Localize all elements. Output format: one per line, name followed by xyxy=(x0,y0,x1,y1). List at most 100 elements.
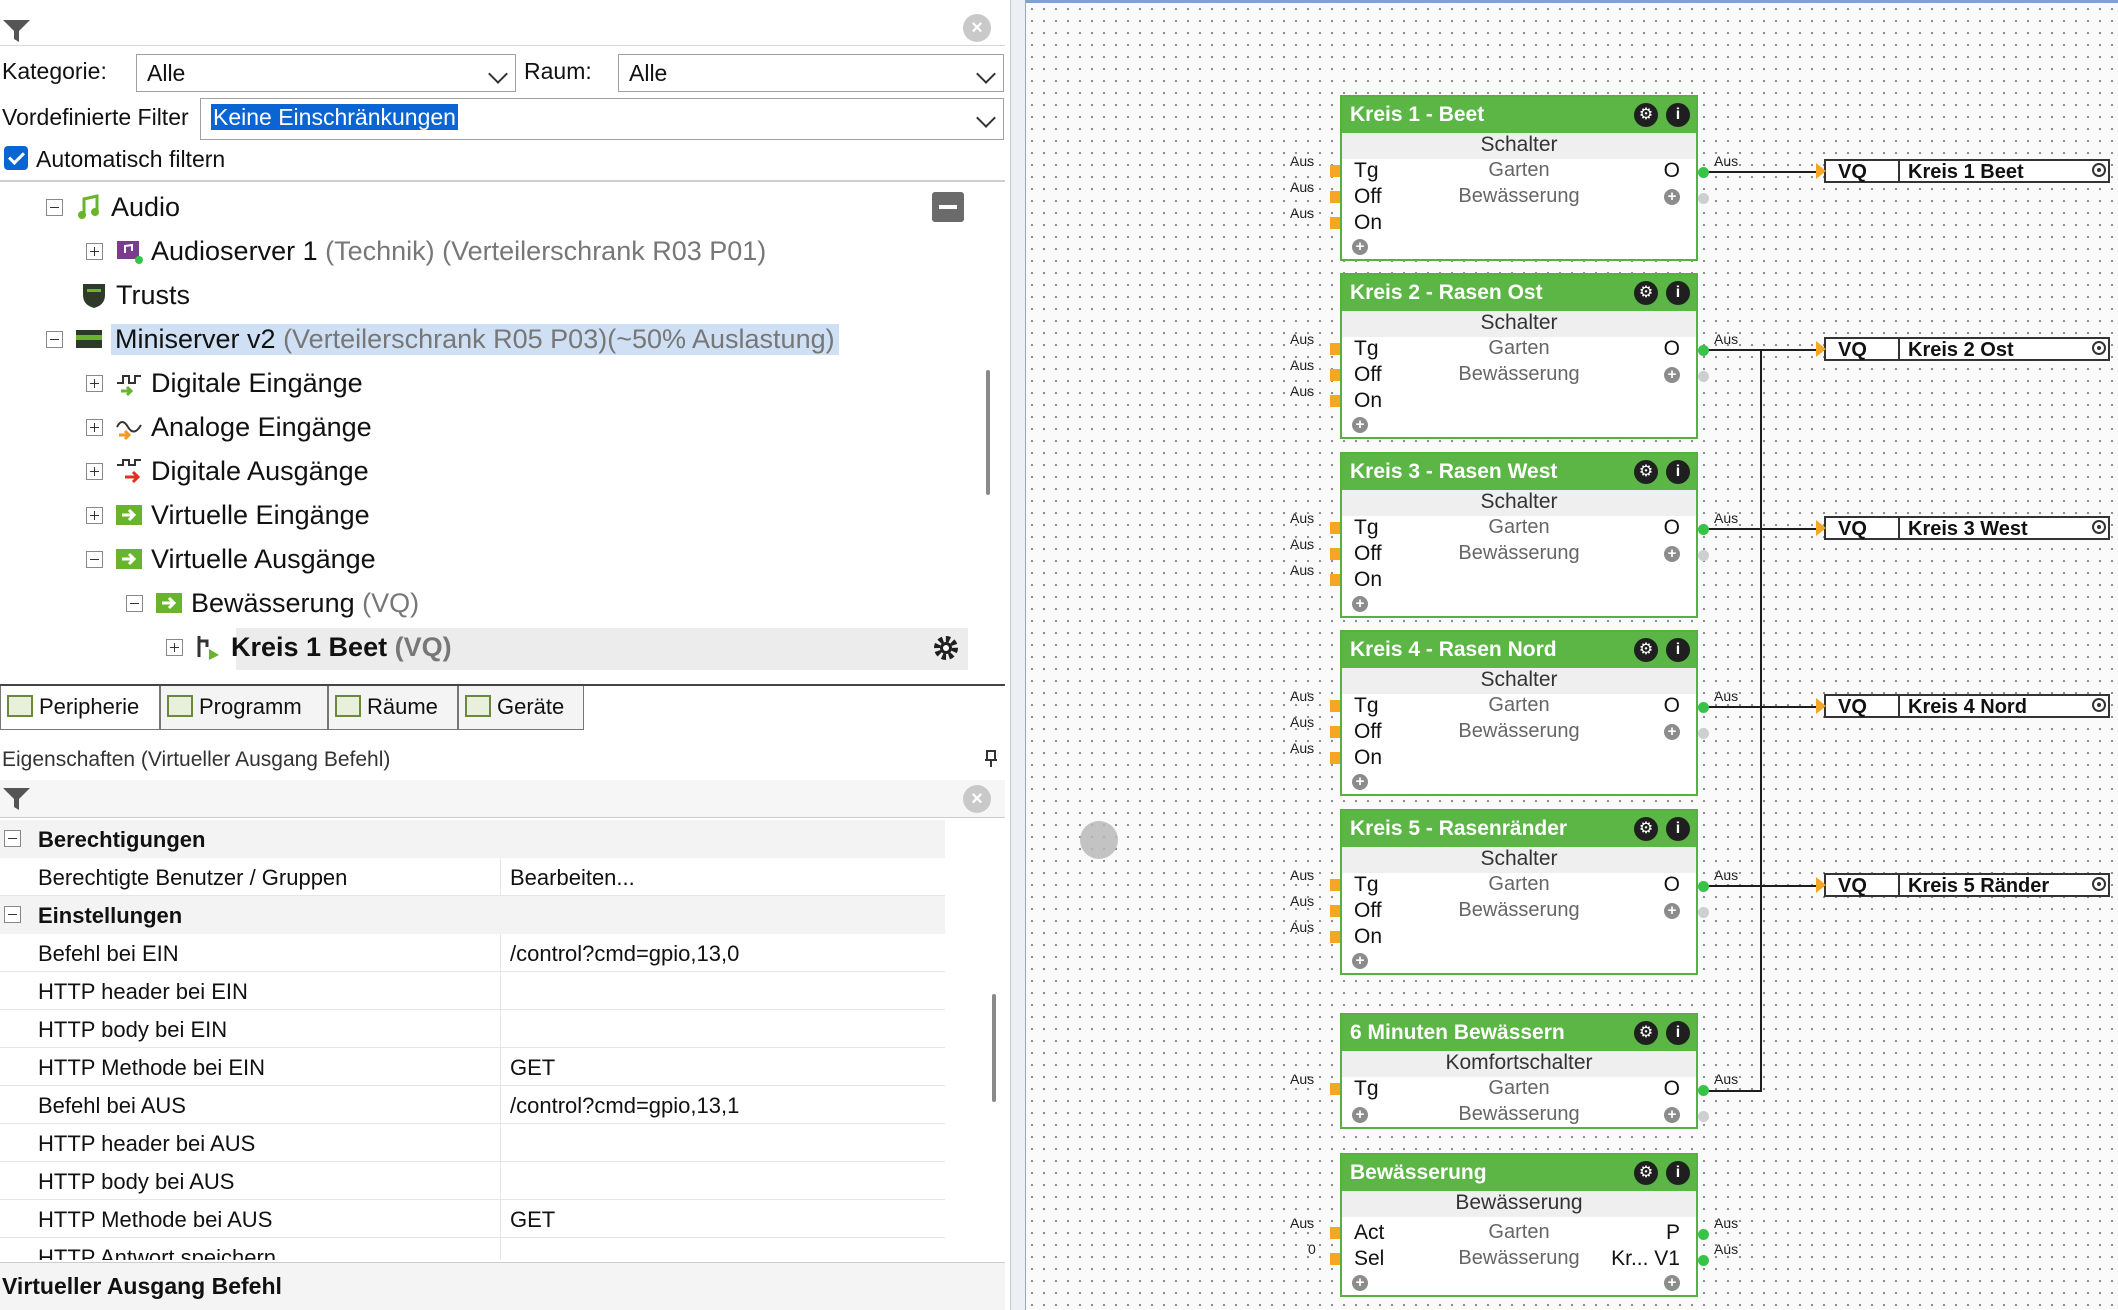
tree-node-audio[interactable]: Audio xyxy=(46,186,180,228)
add-input-icon[interactable]: + xyxy=(1352,1275,1368,1291)
add-input-icon[interactable]: + xyxy=(1352,774,1368,790)
category-einstellungen[interactable]: Einstellungen xyxy=(0,896,945,934)
add-input-icon[interactable]: + xyxy=(1352,1107,1368,1123)
output-port[interactable] xyxy=(1698,1255,1709,1266)
property-row[interactable]: HTTP body bei AUS xyxy=(0,1162,945,1200)
property-value[interactable]: Bearbeiten... xyxy=(510,865,635,891)
vordefiniert-select[interactable]: Keine Einschränkungen xyxy=(200,98,1004,140)
switch-block-kreis4[interactable]: Kreis 4 - Rasen Nord ⚙ i Schalter Tg Off O… xyxy=(1330,630,1709,796)
block-header[interactable]: Kreis 5 - Rasenränder ⚙ i xyxy=(1342,811,1696,847)
vq-reference-kreis1[interactable]: VQ Kreis 1 Beet xyxy=(1816,159,2110,183)
property-row[interactable]: HTTP header bei EIN xyxy=(0,972,945,1010)
output-port[interactable] xyxy=(1698,1111,1709,1122)
vq-reference-kreis4[interactable]: VQ Kreis 4 Nord xyxy=(1816,694,2110,718)
collapse-icon[interactable] xyxy=(86,550,103,568)
input-port[interactable] xyxy=(1330,1253,1340,1265)
input-port[interactable] xyxy=(1330,343,1340,355)
gear-icon[interactable]: ⚙ xyxy=(1634,817,1658,841)
input-port[interactable] xyxy=(1330,548,1340,560)
switch-block-kreis5[interactable]: Kreis 5 - Rasenränder ⚙ i Schalter Tg Off … xyxy=(1330,809,1709,975)
property-row[interactable]: Befehl bei EIN/control?cmd=gpio,13,0 xyxy=(0,934,945,972)
output-port[interactable] xyxy=(1698,371,1709,382)
tree-scrollbar[interactable] xyxy=(986,370,990,495)
property-value[interactable]: GET xyxy=(510,1207,555,1233)
collapse-all-button[interactable] xyxy=(932,192,964,222)
output-port[interactable] xyxy=(1698,550,1709,561)
output-port[interactable] xyxy=(1698,1085,1709,1096)
input-port[interactable] xyxy=(1330,879,1340,891)
add-output-icon[interactable]: + xyxy=(1664,189,1680,205)
info-icon[interactable]: i xyxy=(1666,281,1690,305)
property-value[interactable]: /control?cmd=gpio,13,0 xyxy=(510,941,739,967)
comfort-switch-block[interactable]: 6 Minuten Bewässern ⚙ i Komfortschalter Tg… xyxy=(1330,1013,1709,1129)
clear-filter-icon[interactable]: × xyxy=(963,14,991,42)
property-value[interactable]: GET xyxy=(510,1055,555,1081)
output-port[interactable] xyxy=(1698,167,1709,178)
block-header[interactable]: Kreis 1 - Beet ⚙ i xyxy=(1342,97,1696,133)
add-input-icon[interactable]: + xyxy=(1352,596,1368,612)
pin-icon[interactable] xyxy=(984,750,998,768)
add-output-icon[interactable]: + xyxy=(1664,1107,1680,1123)
filter-icon[interactable] xyxy=(2,18,32,44)
collapse-icon[interactable] xyxy=(46,330,63,348)
property-row[interactable]: HTTP body bei EIN xyxy=(0,1010,945,1048)
output-port[interactable] xyxy=(1698,1229,1709,1240)
output-port[interactable] xyxy=(1698,193,1709,204)
input-port[interactable] xyxy=(1330,395,1340,407)
input-port[interactable] xyxy=(1330,700,1340,712)
vq-reference-kreis3[interactable]: VQ Kreis 3 West xyxy=(1816,516,2110,540)
tree-node-virtual-inputs[interactable]: Virtuelle Eingänge xyxy=(86,494,370,536)
gear-icon[interactable]: ⚙ xyxy=(1634,638,1658,662)
tab-peripherie[interactable]: Peripherie xyxy=(0,686,160,730)
info-icon[interactable]: i xyxy=(1666,1021,1690,1045)
gear-icon[interactable]: ⚙ xyxy=(1634,1161,1658,1185)
tree-node-virtual-outputs[interactable]: Virtuelle Ausgänge xyxy=(86,538,376,580)
switch-block-kreis1[interactable]: Kreis 1 - Beet ⚙ i Schalter Tg Off On O Ga… xyxy=(1330,95,1709,261)
output-port[interactable] xyxy=(1698,524,1709,535)
info-icon[interactable]: i xyxy=(1666,103,1690,127)
collapse-icon[interactable] xyxy=(46,198,63,216)
switch-block-kreis2[interactable]: Kreis 2 - Rasen Ost ⚙ i Schalter Tg Off On… xyxy=(1330,273,1709,439)
property-row[interactable]: HTTP Antwort speichern xyxy=(0,1238,945,1260)
irrigation-block[interactable]: Bewässerung ⚙ i Bewässerung Act Sel P Kr..… xyxy=(1330,1153,1709,1297)
tree-node-miniserver[interactable]: Miniserver v2 (Verteilerschrank R05 P03)… xyxy=(46,318,839,360)
add-input-icon[interactable]: + xyxy=(1352,417,1368,433)
tab-geraete[interactable]: Geräte xyxy=(458,686,584,730)
input-port[interactable] xyxy=(1330,369,1340,381)
category-berechtigungen[interactable]: Berechtigungen xyxy=(0,820,945,858)
collapse-icon[interactable] xyxy=(4,830,21,847)
add-output-icon[interactable]: + xyxy=(1664,903,1680,919)
raum-select[interactable]: Alle xyxy=(618,54,1004,92)
input-port[interactable] xyxy=(1330,522,1340,534)
property-row[interactable]: Berechtigte Benutzer / Gruppen Bearbeiten… xyxy=(0,858,945,896)
gear-icon[interactable]: ⚙ xyxy=(1634,281,1658,305)
vq-reference-kreis5[interactable]: VQ Kreis 5 Ränder xyxy=(1816,873,2110,897)
block-header[interactable]: Kreis 2 - Rasen Ost ⚙ i xyxy=(1342,275,1696,311)
properties-scrollbar[interactable] xyxy=(992,994,996,1102)
input-port[interactable] xyxy=(1330,726,1340,738)
property-row[interactable]: Befehl bei AUS/control?cmd=gpio,13,1 xyxy=(0,1086,945,1124)
add-output-icon[interactable]: + xyxy=(1664,724,1680,740)
property-row[interactable]: HTTP Methode bei AUS GET xyxy=(0,1200,945,1238)
info-icon[interactable]: i xyxy=(1666,638,1690,662)
block-header[interactable]: Kreis 3 - Rasen West ⚙ i xyxy=(1342,454,1696,490)
vq-reference-kreis2[interactable]: VQ Kreis 2 Ost xyxy=(1816,337,2110,361)
block-header[interactable]: Kreis 4 - Rasen Nord ⚙ i xyxy=(1342,632,1696,668)
tree-node-bewaesserung[interactable]: Bewässerung (VQ) xyxy=(126,582,419,624)
add-input-icon[interactable]: + xyxy=(1352,239,1368,255)
output-port[interactable] xyxy=(1698,881,1709,892)
auto-filter-checkbox[interactable] xyxy=(4,146,28,170)
input-port[interactable] xyxy=(1330,752,1340,764)
gear-icon[interactable] xyxy=(932,634,960,662)
add-input-icon[interactable]: + xyxy=(1352,953,1368,969)
filter-icon[interactable] xyxy=(2,786,32,812)
gear-icon[interactable]: ⚙ xyxy=(1634,1021,1658,1045)
property-row[interactable]: HTTP header bei AUS xyxy=(0,1124,945,1162)
info-icon[interactable]: i xyxy=(1666,460,1690,484)
input-port[interactable] xyxy=(1330,191,1340,203)
collapse-icon[interactable] xyxy=(126,594,143,612)
program-canvas[interactable]: Kreis 1 - Beet ⚙ i Schalter Tg Off On O Ga… xyxy=(1026,0,2118,1310)
input-port[interactable] xyxy=(1330,931,1340,943)
info-icon[interactable]: i xyxy=(1666,1161,1690,1185)
expand-icon[interactable] xyxy=(86,462,103,480)
